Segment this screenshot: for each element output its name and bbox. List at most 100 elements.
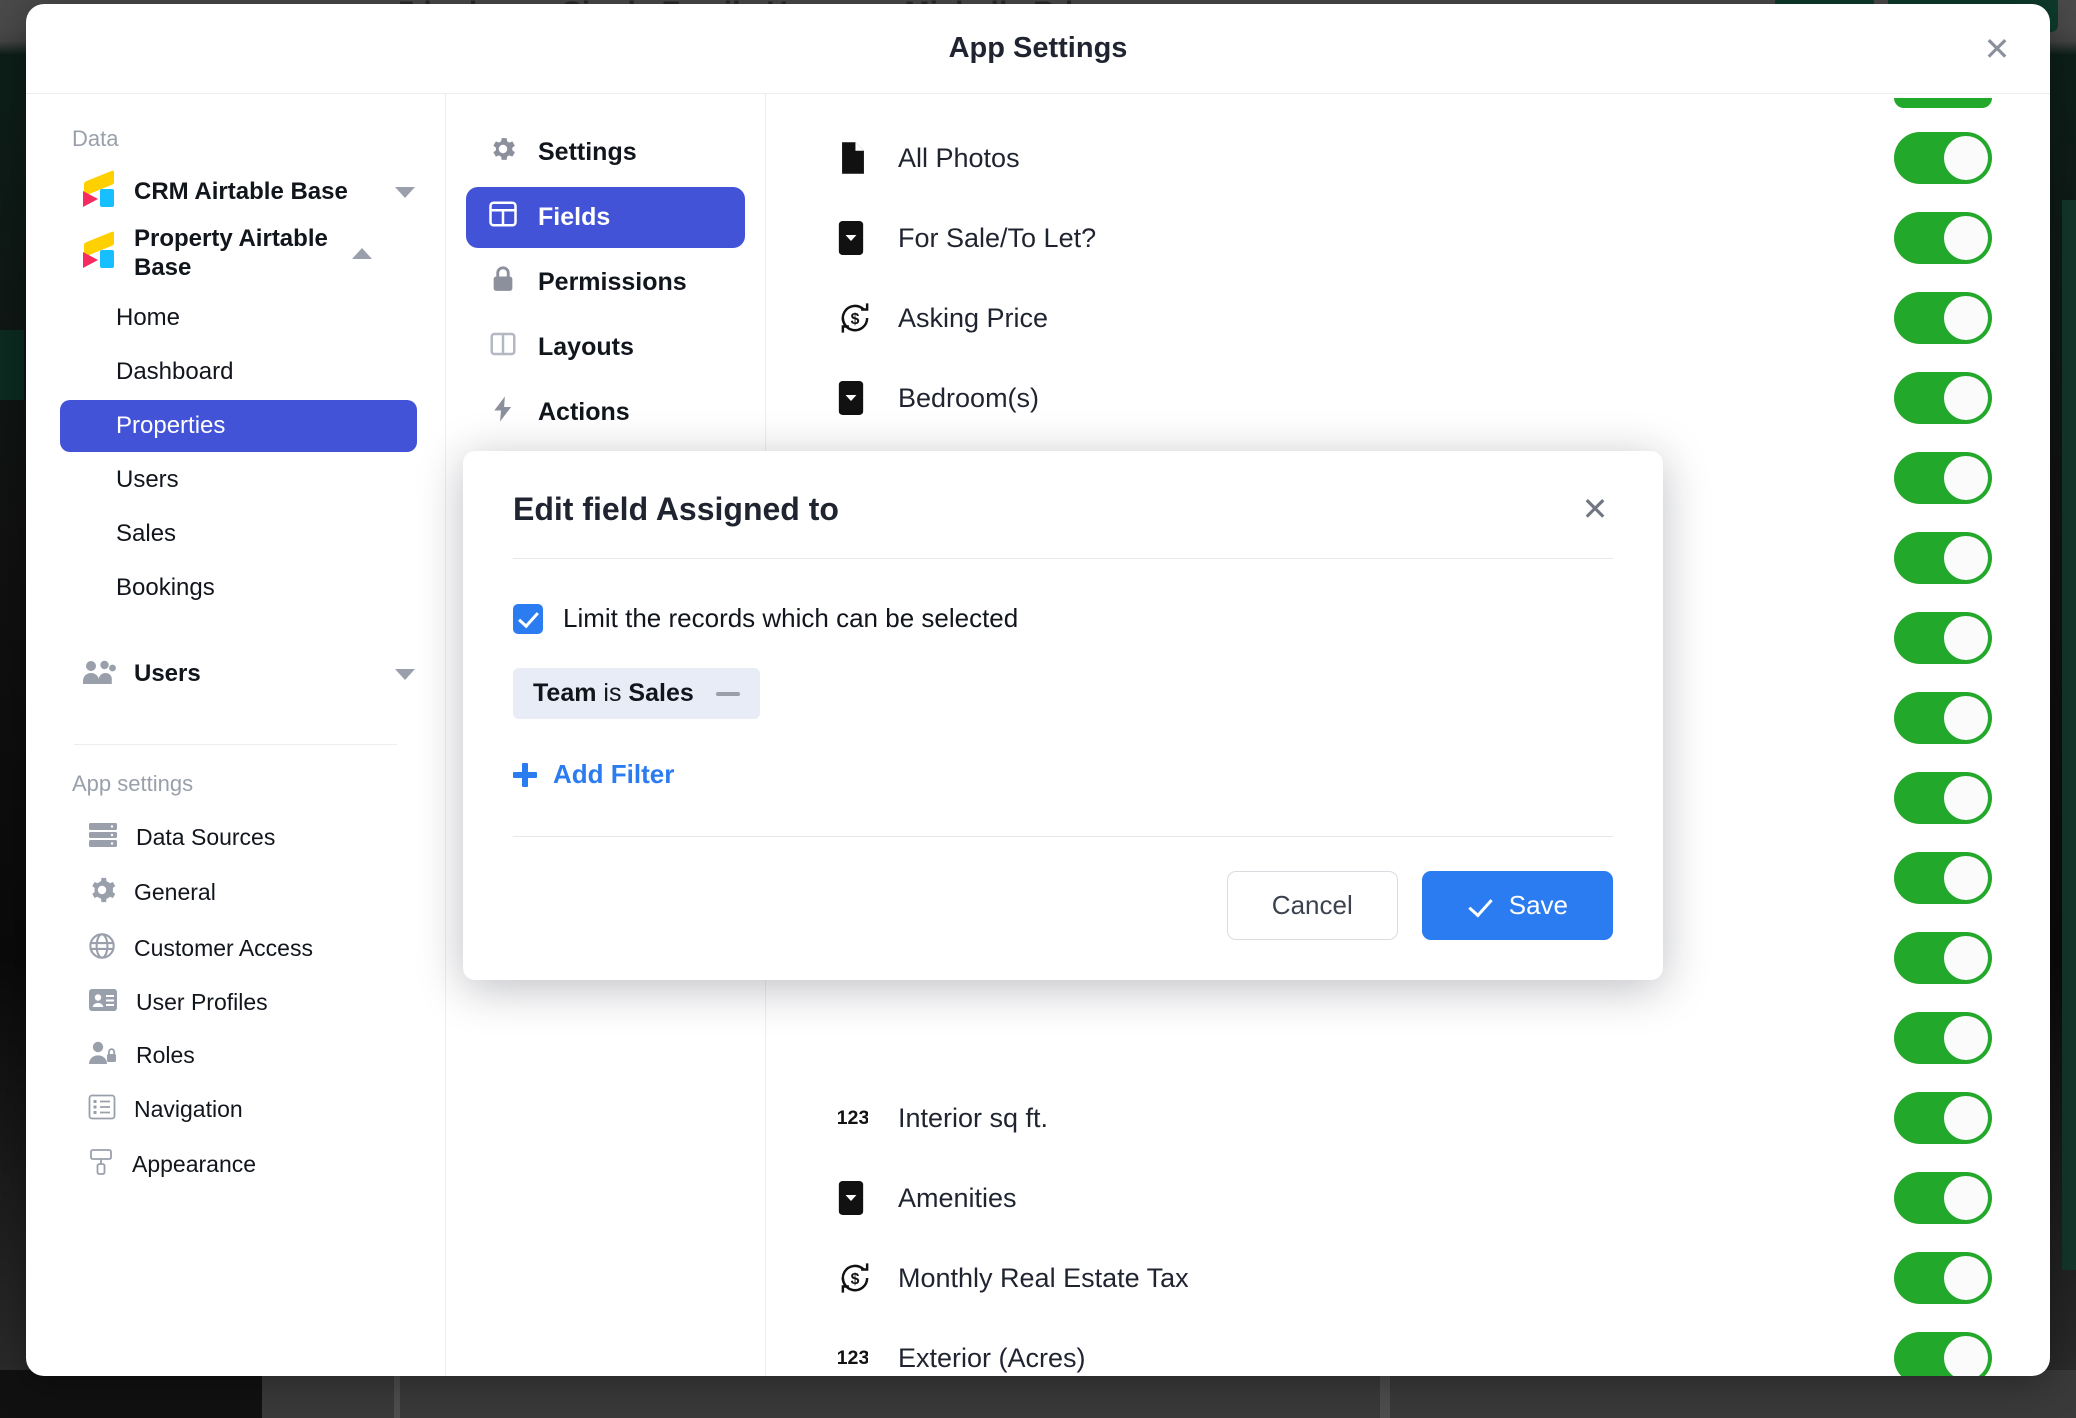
grid-icon <box>488 199 518 236</box>
gear-icon <box>488 134 518 171</box>
sidebar-item-navigation[interactable]: Navigation <box>26 1083 445 1137</box>
field-toggle[interactable] <box>1894 292 1992 344</box>
attachment-icon <box>838 141 872 175</box>
lock-icon <box>488 264 518 301</box>
sidebar-item-dashboard[interactable]: Dashboard <box>60 346 417 398</box>
close-icon[interactable]: ✕ <box>1577 492 1613 528</box>
field-toggle[interactable] <box>1894 932 1992 984</box>
sidebar-item-label: Roles <box>136 1042 195 1069</box>
field-toggle[interactable] <box>1894 612 1992 664</box>
tab-label: Layouts <box>538 333 634 361</box>
edit-field-popup-header: Edit field Assigned to ✕ <box>463 451 1663 558</box>
sidebar-item-label: Customer Access <box>134 935 313 962</box>
sidebar-base-label: CRM Airtable Base <box>134 178 348 206</box>
sidebar-item-data-sources[interactable]: Data Sources <box>26 811 445 865</box>
sidebar-item-roles[interactable]: Roles <box>26 1029 445 1083</box>
settings-sidebar: Data CRM Airtable Base Property Airtable… <box>26 94 446 1376</box>
tab-settings[interactable]: Settings <box>466 122 745 183</box>
cancel-button[interactable]: Cancel <box>1226 870 1398 940</box>
chevron-up-icon[interactable] <box>352 247 372 259</box>
field-toggle[interactable] <box>1894 132 1992 184</box>
field-name: Interior sq ft. <box>898 1102 1049 1133</box>
select-icon <box>838 381 872 415</box>
sidebar-item-sales[interactable]: Sales <box>60 508 417 560</box>
table-row[interactable]: For Sale/To Let? <box>766 198 2050 278</box>
table-row[interactable]: $ Asking Price <box>766 278 2050 358</box>
sidebar-item-customer-access[interactable]: Customer Access <box>26 921 445 977</box>
number-icon: 123 <box>837 1101 872 1135</box>
sidebar-item-general[interactable]: General <box>26 865 445 921</box>
background-bottombar <box>0 1370 2076 1418</box>
tab-permissions[interactable]: Permissions <box>466 252 745 313</box>
filter-field: Team <box>533 679 597 707</box>
page-title: App Settings <box>948 32 1128 64</box>
sidebar-item-label: Appearance <box>132 1151 257 1178</box>
sidebar-item-properties[interactable]: Properties <box>60 399 417 452</box>
columns-icon <box>488 329 518 366</box>
table-row[interactable]: 123 Interior sq ft. <box>766 1078 2050 1158</box>
sidebar-item-users[interactable]: Users <box>60 454 417 506</box>
sidebar-base-property[interactable]: Property Airtable Base <box>26 216 445 291</box>
field-toggle[interactable] <box>1894 532 1992 584</box>
sidebar-group-users-label: Users <box>134 660 201 688</box>
table-row[interactable]: Bedroom(s) <box>766 358 2050 438</box>
edit-field-popup: Edit field Assigned to ✕ Limit the recor… <box>463 451 1663 980</box>
sidebar-item-appearance[interactable]: Appearance <box>26 1137 445 1193</box>
field-name: Exterior (Acres) <box>898 1342 1086 1373</box>
field-toggle[interactable] <box>1894 852 1992 904</box>
field-toggle[interactable] <box>1894 212 1992 264</box>
users-icon <box>82 659 116 690</box>
table-row[interactable]: All Photos <box>766 118 2050 198</box>
field-toggle[interactable] <box>1894 372 1992 424</box>
field-toggle[interactable] <box>1894 1092 1992 1144</box>
globe-icon <box>88 932 116 966</box>
sidebar-base-label: Property Airtable Base <box>134 225 328 282</box>
field-toggle[interactable] <box>1894 1172 1992 1224</box>
field-toggle[interactable] <box>1894 772 1992 824</box>
database-icon <box>88 822 118 854</box>
sidebar-group-users[interactable]: Users <box>26 645 445 704</box>
table-row[interactable]: $ Monthly Real Estate Tax <box>766 1238 2050 1318</box>
background-accent-left <box>0 330 24 400</box>
field-toggle[interactable] <box>1894 1252 1992 1304</box>
field-toggle[interactable] <box>1894 98 1992 108</box>
table-row[interactable]: 123 Exterior (Acres) <box>766 1318 2050 1376</box>
filter-chip[interactable]: Team is Sales <box>513 668 760 719</box>
field-toggle[interactable] <box>1894 692 1992 744</box>
edit-field-popup-body: Limit the records which can be selected … <box>463 559 1663 836</box>
filter-operator: is <box>603 679 622 707</box>
close-icon[interactable]: ✕ <box>1980 32 2014 66</box>
field-name: Bedroom(s) <box>898 382 1040 413</box>
plus-icon <box>513 762 537 787</box>
field-name: Amenities <box>898 1182 1017 1213</box>
chevron-down-icon[interactable] <box>395 668 415 680</box>
tab-actions[interactable]: Actions <box>466 382 745 443</box>
select-icon <box>838 221 872 255</box>
field-toggle[interactable] <box>1894 452 1992 504</box>
sidebar-item-home[interactable]: Home <box>60 292 417 344</box>
edit-field-popup-footer: Cancel Save <box>463 837 1663 980</box>
tab-fields[interactable]: Fields <box>466 187 745 248</box>
filter-chip-text: Team is Sales <box>533 679 694 708</box>
sidebar-item-label: Navigation <box>134 1096 243 1123</box>
add-filter-button[interactable]: Add Filter <box>513 759 674 790</box>
svg-text:$: $ <box>851 311 860 328</box>
sidebar-item-user-profiles[interactable]: User Profiles <box>26 977 445 1029</box>
minus-icon[interactable] <box>715 691 740 696</box>
sidebar-base-crm[interactable]: CRM Airtable Base <box>26 168 445 216</box>
chevron-down-icon[interactable] <box>395 186 415 198</box>
table-row[interactable] <box>766 998 2050 1078</box>
limit-records-checkbox[interactable] <box>513 603 543 634</box>
id-card-icon <box>88 988 118 1018</box>
sidebar-item-bookings[interactable]: Bookings <box>60 562 417 614</box>
field-toggle[interactable] <box>1894 1332 1992 1376</box>
background-accent-right <box>2062 200 2076 1270</box>
limit-records-checkbox-row[interactable]: Limit the records which can be selected <box>513 603 1613 634</box>
svg-text:123: 123 <box>838 1107 868 1129</box>
tab-layouts[interactable]: Layouts <box>466 317 745 378</box>
limit-records-label: Limit the records which can be selected <box>563 603 1019 633</box>
select-icon <box>838 1181 872 1215</box>
table-row[interactable]: Amenities <box>766 1158 2050 1238</box>
save-button[interactable]: Save <box>1421 870 1613 940</box>
field-toggle[interactable] <box>1894 1012 1992 1064</box>
